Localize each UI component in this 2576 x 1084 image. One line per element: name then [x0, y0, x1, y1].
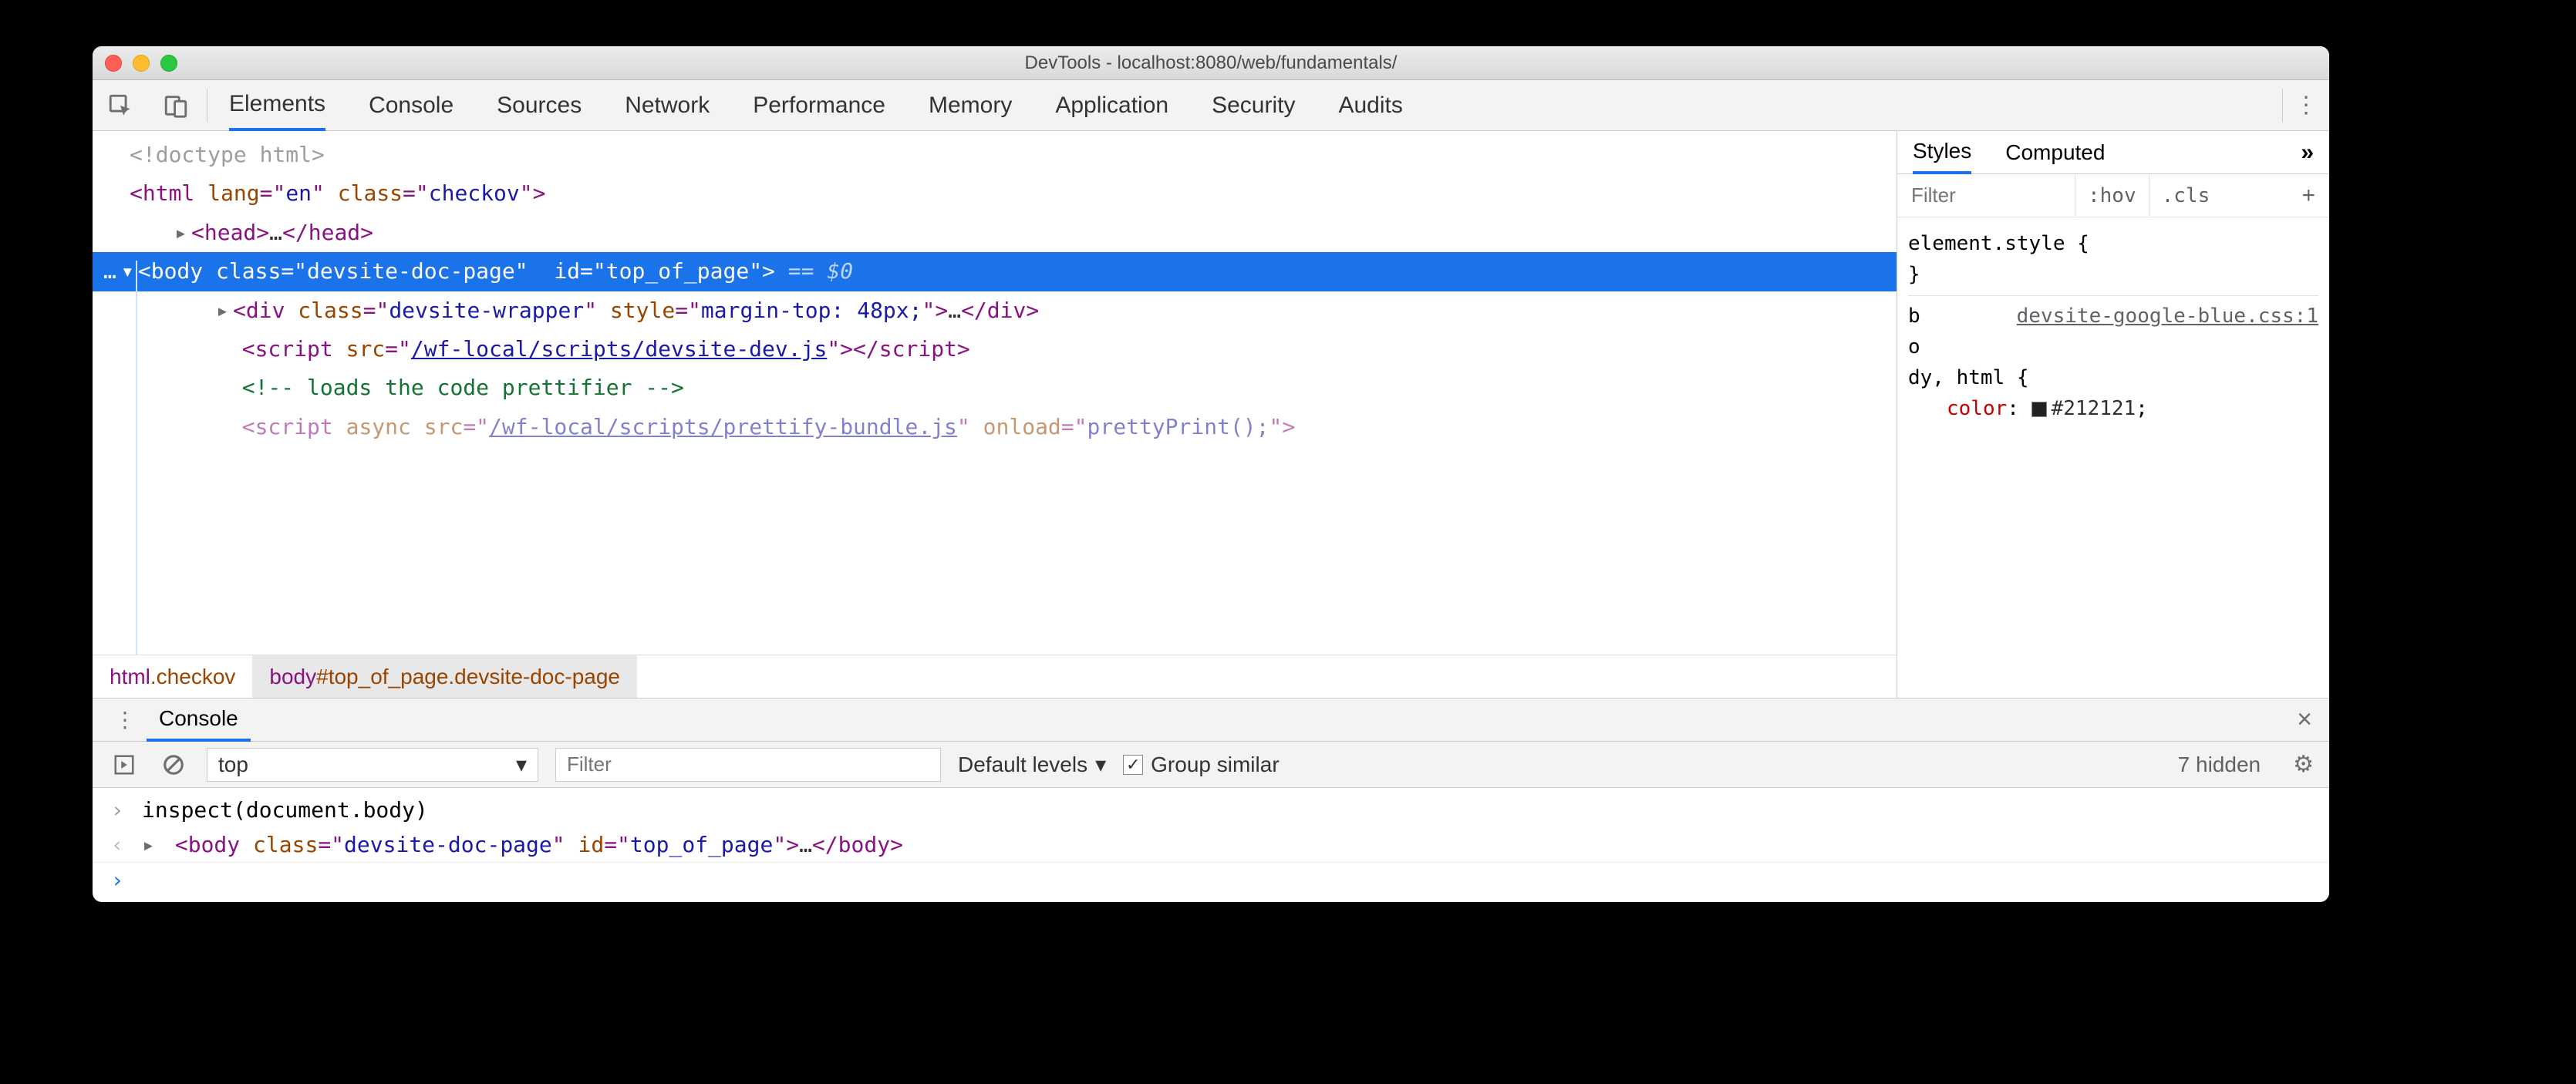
styles-filter-input[interactable]: [1897, 183, 2075, 207]
rule-close: }: [1908, 259, 2318, 290]
styles-content[interactable]: element.style { } bdevsite-google-blue.c…: [1897, 217, 2329, 698]
dom-node-html[interactable]: <html lang="en" class="checkov">: [93, 174, 1897, 213]
devtools-window: DevTools - localhost:8080/web/fundamenta…: [93, 46, 2329, 902]
dom-node-body-selected[interactable]: …▾<body class="devsite-doc-page" id="top…: [93, 252, 1897, 291]
overflow-ellipsis-icon[interactable]: …: [93, 258, 121, 284]
checkbox-icon[interactable]: [1123, 755, 1143, 775]
styles-tabs: Styles Computed »: [1897, 131, 2329, 174]
console-output-row[interactable]: ‹ ▸ <body class="devsite-doc-page" id="t…: [93, 827, 2329, 863]
drawer-tabs: ⋮ Console ×: [93, 699, 2329, 742]
tab-audits[interactable]: Audits: [1338, 82, 1402, 130]
input-prompt-icon: ›: [108, 867, 126, 893]
console-toolbar: top ▾ Default levels ▾ Group similar 7 h…: [93, 742, 2329, 788]
window-title: DevTools - localhost:8080/web/fundamenta…: [93, 52, 2329, 74]
tab-security[interactable]: Security: [1212, 82, 1295, 130]
device-toolbar-icon[interactable]: [148, 80, 204, 131]
kebab-menu-icon[interactable]: ⋮: [2283, 92, 2329, 119]
color-swatch-icon[interactable]: [2031, 402, 2047, 417]
tab-console[interactable]: Console: [369, 82, 453, 130]
context-selector[interactable]: top ▾: [207, 748, 538, 782]
rule-selector: element.style {: [1908, 228, 2318, 259]
main-tabs: Elements Console Sources Network Perform…: [211, 80, 2282, 131]
cls-toggle[interactable]: .cls: [2149, 174, 2223, 217]
css-rule[interactable]: bdevsite-google-blue.css:1 o dy, html { …: [1908, 296, 2318, 429]
styles-panel: Styles Computed » :hov .cls + element.st…: [1897, 131, 2329, 698]
indent-guide: [136, 261, 137, 655]
expand-icon[interactable]: ▸: [174, 214, 191, 252]
output-prompt-icon: ‹: [108, 832, 126, 857]
log-levels-selector[interactable]: Default levels ▾: [958, 752, 1106, 777]
console-body[interactable]: › inspect(document.body) ‹ ▸ <body class…: [93, 788, 2329, 902]
dom-node-div[interactable]: ▸<div class="devsite-wrapper" style="mar…: [93, 291, 1897, 330]
console-input-row[interactable]: › inspect(document.body): [93, 793, 2329, 827]
new-style-rule-icon[interactable]: +: [2288, 183, 2329, 209]
titlebar: DevTools - localhost:8080/web/fundamenta…: [93, 46, 2329, 80]
breadcrumbs: html.checkov body#top_of_page.devsite-do…: [93, 655, 1897, 698]
dom-node-comment[interactable]: <!-- loads the code prettifier -->: [93, 369, 1897, 407]
expand-icon[interactable]: ▸: [216, 291, 233, 330]
tab-performance[interactable]: Performance: [753, 82, 885, 130]
dom-node-head[interactable]: ▸<head>…</head>: [93, 214, 1897, 252]
tab-sources[interactable]: Sources: [497, 82, 582, 130]
tab-network[interactable]: Network: [625, 82, 710, 130]
css-declaration[interactable]: color: #212121;: [1908, 393, 2318, 424]
styles-tab-styles[interactable]: Styles: [1913, 131, 1971, 174]
rule-header: bdevsite-google-blue.css:1: [1908, 301, 2318, 332]
drawer-tab-console[interactable]: Console: [147, 699, 251, 742]
main-toolbar: Elements Console Sources Network Perform…: [93, 80, 2329, 131]
drawer-menu-icon[interactable]: ⋮: [103, 707, 147, 732]
console-input-text: inspect(document.body): [142, 797, 428, 823]
crumb-html[interactable]: html.checkov: [93, 655, 252, 698]
hov-toggle[interactable]: :hov: [2075, 174, 2149, 217]
hidden-messages-count[interactable]: 7 hidden: [2178, 752, 2261, 777]
element-style-rule[interactable]: element.style { }: [1908, 224, 2318, 296]
main-split: <!doctype html> <html lang="en" class="c…: [93, 131, 2329, 698]
rule-selector-line: dy, html {: [1908, 362, 2318, 393]
chevron-down-icon: ▾: [516, 752, 527, 777]
styles-filter-row: :hov .cls +: [1897, 174, 2329, 217]
context-value: top: [218, 752, 248, 777]
dom-node-doctype[interactable]: <!doctype html>: [93, 136, 1897, 174]
tab-application[interactable]: Application: [1055, 82, 1168, 130]
tab-memory[interactable]: Memory: [929, 82, 1012, 130]
levels-label: Default levels: [958, 752, 1087, 777]
close-drawer-icon[interactable]: ×: [2291, 705, 2318, 735]
inspect-element-icon[interactable]: [93, 80, 148, 131]
execution-step-icon[interactable]: [108, 749, 140, 781]
more-tabs-icon[interactable]: »: [2301, 140, 2314, 166]
crumb-body[interactable]: body#top_of_page.devsite-doc-page: [252, 655, 637, 698]
css-source-link[interactable]: devsite-google-blue.css:1: [2017, 301, 2318, 332]
input-prompt-icon: ›: [108, 797, 126, 823]
rule-header-cont: o: [1908, 332, 2318, 362]
console-drawer: ⋮ Console × top ▾ Default levels ▾ Group: [93, 698, 2329, 902]
styles-tab-computed[interactable]: Computed: [2005, 133, 2105, 173]
dom-tree[interactable]: <!doctype html> <html lang="en" class="c…: [93, 131, 1897, 655]
console-output-node[interactable]: <body class="devsite-doc-page" id="top_o…: [175, 832, 903, 857]
dom-node-script-async[interactable]: <script async src="/wf-local/scripts/pre…: [93, 408, 1897, 446]
console-filter-input[interactable]: [555, 748, 941, 782]
elements-panel: <!doctype html> <html lang="en" class="c…: [93, 131, 1897, 698]
expand-icon[interactable]: ▸: [142, 832, 160, 857]
clear-console-icon[interactable]: [157, 749, 190, 781]
group-label: Group similar: [1151, 752, 1279, 777]
console-prompt-row[interactable]: ›: [93, 863, 2329, 897]
tab-elements[interactable]: Elements: [229, 80, 325, 131]
dom-node-script[interactable]: <script src="/wf-local/scripts/devsite-d…: [93, 330, 1897, 369]
settings-gear-icon[interactable]: ⚙: [2278, 751, 2314, 778]
chevron-down-icon: ▾: [1095, 752, 1106, 777]
group-similar-toggle[interactable]: Group similar: [1123, 752, 1279, 777]
